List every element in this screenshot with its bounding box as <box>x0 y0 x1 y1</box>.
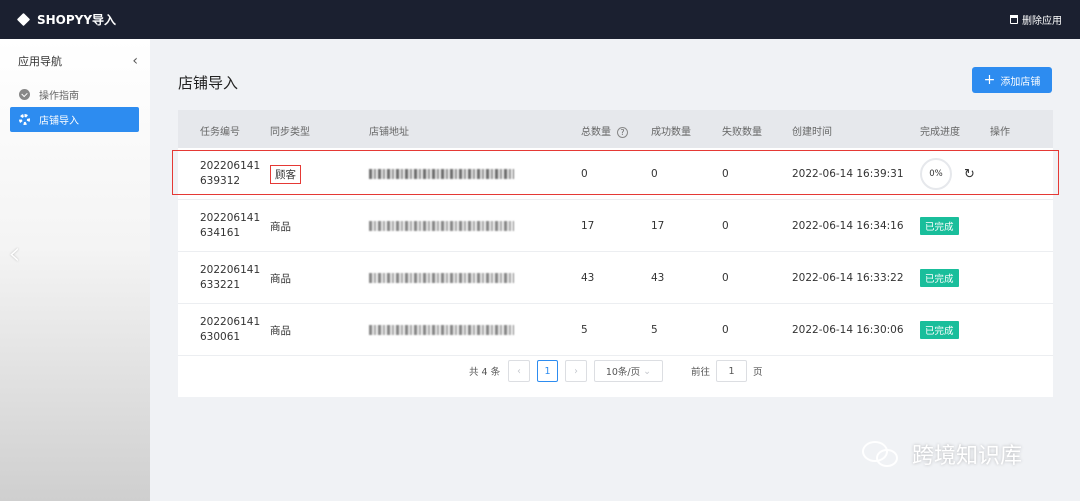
top-bar: SHOPYY导入 删除应用 <box>0 0 1080 39</box>
sidebar-item-label: 操作指南 <box>39 91 79 102</box>
next-page-button[interactable]: › <box>565 360 587 382</box>
import-table: 任务编号 同步类型 店铺地址 总数量? 成功数量 失败数量 创建时间 完成进度 … <box>178 110 1053 397</box>
sidebar: 应用导航 ‹ 操作指南 店铺导入 <box>0 39 150 501</box>
refresh-icon[interactable]: ↻ <box>964 167 975 182</box>
chevron-down-icon: ⌄ <box>643 365 652 377</box>
task-id: 202206141 633221 <box>200 264 261 291</box>
collapse-chevron-icon[interactable]: ‹ <box>132 54 138 68</box>
sidebar-item-guide[interactable]: 操作指南 <box>10 82 139 107</box>
sidebar-item-store-import[interactable]: 店铺导入 <box>10 107 139 132</box>
created-time: 2022-06-14 16:33:22 <box>792 272 904 284</box>
store-url-redacted <box>369 252 514 304</box>
col-store-url: 店铺地址 <box>369 127 409 138</box>
failed-count: 0 <box>722 168 729 180</box>
sidebar-heading: 应用导航 <box>18 55 62 68</box>
sync-type: 商品 <box>270 220 291 233</box>
success-count: 5 <box>651 324 658 336</box>
check-circle-icon <box>19 89 30 100</box>
task-id: 202206141 639312 <box>200 160 261 187</box>
total-count: 17 <box>581 220 595 232</box>
page-size-select[interactable]: 10条/页 ⌄ <box>594 360 663 382</box>
created-time: 2022-06-14 16:34:16 <box>792 220 904 232</box>
app-title: SHOPYY导入 <box>37 13 117 27</box>
success-count: 0 <box>651 168 658 180</box>
failed-count: 0 <box>722 220 729 232</box>
prev-page-button[interactable]: ‹ <box>508 360 530 382</box>
col-success: 成功数量 <box>651 127 691 138</box>
pagination: 共 4 条 ‹ 1 › 10条/页 ⌄ 前往 1 页 <box>178 360 1053 382</box>
pagination-total: 共 4 条 <box>469 367 501 378</box>
col-created: 创建时间 <box>792 127 832 138</box>
cube-icon <box>16 12 31 27</box>
col-sync-type: 同步类型 <box>270 127 310 138</box>
task-id: 202206141 630061 <box>200 316 261 343</box>
sync-type: 顾客 <box>270 148 301 200</box>
table-row: 202206141 639312 顾客 0 0 0 2022-06-14 16:3… <box>178 148 1053 200</box>
status-badge: 已完成 <box>920 321 959 339</box>
failed-count: 0 <box>722 272 729 284</box>
delete-app-label: 删除应用 <box>1022 16 1062 27</box>
total-count: 43 <box>581 272 595 284</box>
progress-circle: 0% <box>920 158 952 190</box>
watermark-text: 跨境知识库 <box>912 444 1023 469</box>
col-failed: 失败数量 <box>722 127 762 138</box>
wechat-icon <box>860 437 904 471</box>
success-count: 17 <box>651 220 665 232</box>
sidebar-item-label: 店铺导入 <box>39 116 79 127</box>
page-unit-label: 页 <box>753 367 763 378</box>
table-header: 任务编号 同步类型 店铺地址 总数量? 成功数量 失败数量 创建时间 完成进度 … <box>178 110 1053 148</box>
col-actions: 操作 <box>990 127 1010 138</box>
table-row: 202206141 634161 商品 17 17 0 2022-06-14 16… <box>178 200 1053 252</box>
add-store-label: 添加店铺 <box>1000 76 1041 88</box>
app-brand: SHOPYY导入 <box>16 11 117 28</box>
page-title: 店铺导入 <box>178 74 239 92</box>
goto-page-input[interactable]: 1 <box>716 360 747 382</box>
progress-cell: 已完成 <box>920 200 959 252</box>
created-time: 2022-06-14 16:39:31 <box>792 168 904 180</box>
status-badge: 已完成 <box>920 217 959 235</box>
created-time: 2022-06-14 16:30:06 <box>792 324 904 336</box>
sidebar-header: 应用导航 ‹ <box>0 39 150 69</box>
task-id: 202206141 634161 <box>200 212 261 239</box>
col-total: 总数量? <box>581 123 628 138</box>
watermark: 跨境知识库 <box>860 437 1022 471</box>
delete-app-button[interactable]: 删除应用 <box>1010 12 1062 27</box>
progress-cell: 0% ↻ <box>920 148 975 200</box>
trash-icon <box>1010 15 1018 24</box>
col-task-id: 任务编号 <box>200 127 240 138</box>
table-row: 202206141 630061 商品 5 5 0 2022-06-14 16:3… <box>178 304 1053 356</box>
sync-type: 商品 <box>270 324 291 337</box>
col-progress: 完成进度 <box>920 127 960 138</box>
add-store-button[interactable]: + 添加店铺 <box>972 67 1052 93</box>
gear-icon <box>19 114 30 125</box>
status-badge: 已完成 <box>920 269 959 287</box>
store-url-redacted <box>369 304 514 356</box>
page-button-current[interactable]: 1 <box>537 360 558 382</box>
total-count: 0 <box>581 168 588 180</box>
store-url-redacted <box>369 148 514 200</box>
table-row: 202206141 633221 商品 43 43 0 2022-06-14 16… <box>178 252 1053 304</box>
store-url-redacted <box>369 200 514 252</box>
progress-cell: 已完成 <box>920 252 959 304</box>
total-count: 5 <box>581 324 588 336</box>
plus-icon: + <box>983 72 996 88</box>
success-count: 43 <box>651 272 665 284</box>
failed-count: 0 <box>722 324 729 336</box>
help-icon[interactable]: ? <box>617 127 628 138</box>
goto-label: 前往 <box>691 367 711 378</box>
sync-type: 商品 <box>270 272 291 285</box>
progress-cell: 已完成 <box>920 304 959 356</box>
prev-arrow-icon[interactable]: ‹ <box>8 234 21 272</box>
